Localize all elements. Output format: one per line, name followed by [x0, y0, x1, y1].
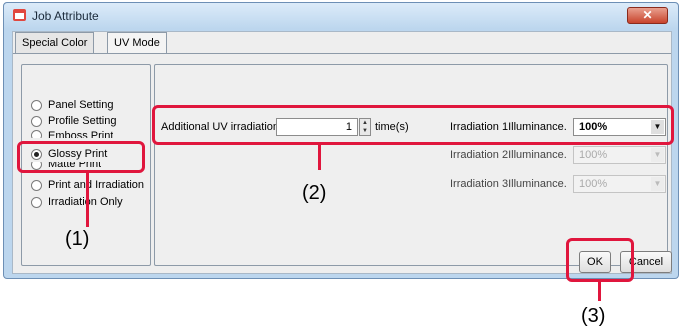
- close-button[interactable]: ✕: [627, 7, 668, 24]
- irradiation-2-select: 100% ▼: [573, 146, 666, 164]
- leader-line-2: [318, 143, 321, 170]
- irradiation-2-label: Irradiation 2Illuminance.: [450, 149, 567, 161]
- callout-3: (3): [581, 305, 606, 327]
- irradiation-2-value: 100%: [579, 149, 608, 161]
- highlight-box-1: [17, 141, 145, 173]
- mode-irradiation-only[interactable]: Irradiation Only: [31, 195, 123, 209]
- radio-icon[interactable]: [31, 99, 42, 111]
- title-bar[interactable]: Job Attribute ✕: [4, 3, 678, 29]
- tab-special-color[interactable]: Special Color: [15, 32, 95, 53]
- radio-icon[interactable]: [31, 130, 42, 138]
- radio-icon[interactable]: [31, 196, 42, 208]
- callout-2: (2): [302, 182, 327, 204]
- leader-line-1: [86, 171, 89, 227]
- irradiation-3-label: Irradiation 3Illuminance.: [450, 178, 567, 190]
- tab-uv-mode[interactable]: UV Mode: [107, 32, 167, 54]
- mode-panel-setting[interactable]: Panel Setting: [31, 98, 113, 112]
- chevron-down-icon: ▼: [651, 177, 664, 191]
- settings-panel: [154, 64, 668, 266]
- highlight-box-2: [152, 105, 674, 145]
- leader-line-3: [598, 280, 601, 301]
- mode-profile-setting[interactable]: Profile Setting: [31, 114, 116, 128]
- highlight-box-3: [566, 238, 634, 282]
- mode-label: Profile Setting: [48, 115, 117, 127]
- window-title: Job Attribute: [32, 9, 99, 23]
- radio-icon[interactable]: [31, 115, 42, 127]
- mode-label: Print and Irradiation: [48, 179, 144, 191]
- chevron-down-icon: ▼: [651, 148, 664, 162]
- irradiation-3-value: 100%: [579, 178, 608, 190]
- app-icon: [13, 9, 26, 21]
- mode-label: Emboss Print: [48, 130, 114, 138]
- callout-1: (1): [65, 228, 90, 250]
- irradiation-3-select: 100% ▼: [573, 175, 666, 193]
- mode-emboss-print[interactable]: Emboss Print: [31, 130, 113, 138]
- mode-label: Panel Setting: [48, 99, 114, 111]
- radio-icon[interactable]: [31, 179, 42, 191]
